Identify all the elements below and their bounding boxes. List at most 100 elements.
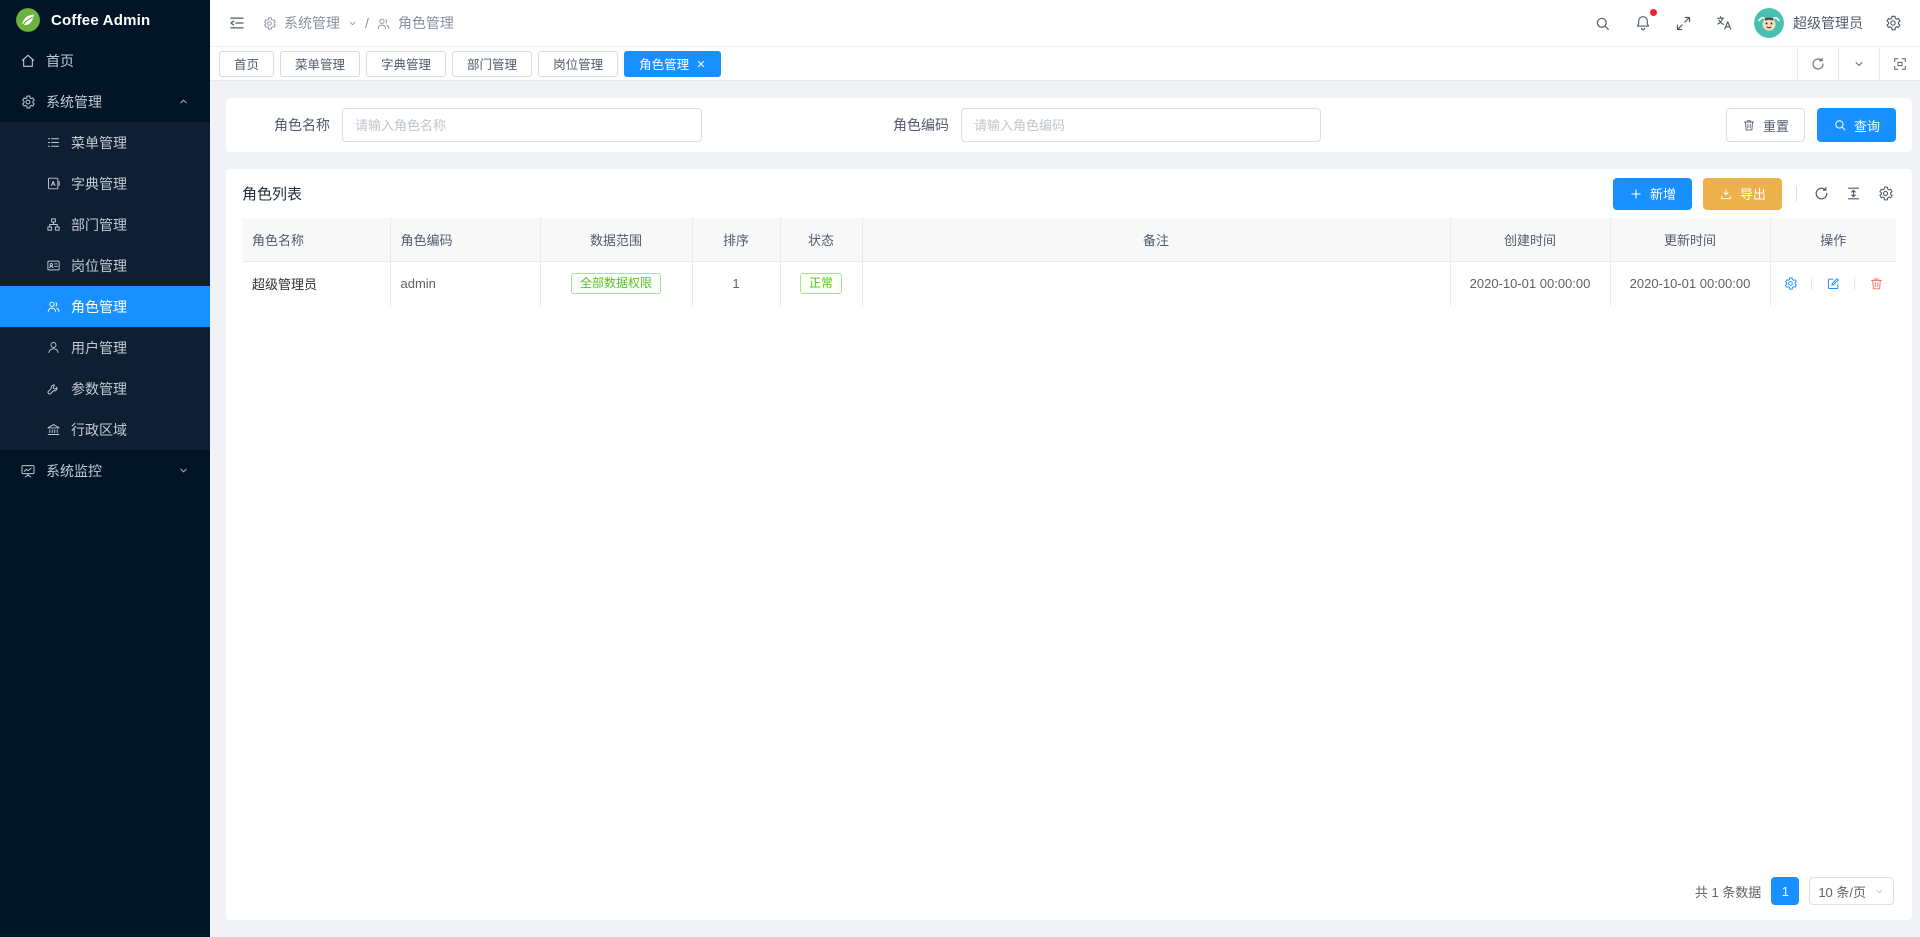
row-edit-button[interactable] [1824,274,1843,293]
wrench-icon [46,381,61,396]
cell-role-code: admin [390,261,540,306]
filter-card: 角色名称 角色编码 重置 查询 [226,98,1912,152]
col-actions: 操作 [1770,218,1896,261]
chevron-down-icon [347,18,358,29]
tabs-menu-button[interactable] [1838,47,1879,80]
action-divider [1811,277,1812,290]
sidebar-item-role-mgmt[interactable]: 角色管理 [0,286,210,327]
tab-post-mgmt[interactable]: 岗位管理 [538,51,618,77]
people-icon [376,16,391,31]
sidebar-item-post-mgmt[interactable]: 岗位管理 [0,245,210,286]
tab-bar-tools [1797,47,1920,80]
search-button[interactable]: 查询 [1817,108,1896,142]
search-icon [1833,118,1847,132]
role-name-label: 角色名称 [274,115,330,135]
download-icon [1719,187,1733,201]
translate-icon [1715,14,1733,32]
tab-role-mgmt[interactable]: 角色管理 [624,51,721,77]
close-icon[interactable] [696,59,706,69]
table-density-button[interactable] [1843,183,1864,204]
cell-remark [862,261,1450,306]
role-name-input[interactable] [342,108,702,142]
row-delete-button[interactable] [1867,274,1886,293]
fullscreen-button[interactable] [1673,13,1694,34]
brand-name: Coffee Admin [51,12,150,29]
sidebar-group-label: 系统监控 [46,461,102,481]
cell-role-name: 超级管理员 [242,261,390,306]
tab-dept-mgmt[interactable]: 部门管理 [452,51,532,77]
people-icon [46,299,61,314]
tab-dict-mgmt[interactable]: 字典管理 [366,51,446,77]
sidebar-collapse-button[interactable] [226,12,248,34]
top-header: 系统管理 / 角色管理 [210,0,1920,47]
card-header: 角色列表 新增 导出 [242,169,1896,218]
content-maximize-button[interactable] [1879,47,1920,80]
tab-menu-mgmt[interactable]: 菜单管理 [280,51,360,77]
sidebar-item-label: 部门管理 [71,215,127,235]
role-table: 角色名称 角色编码 数据范围 排序 状态 备注 创建时间 更新时间 操作 [242,218,1896,306]
breadcrumb: 系统管理 / 角色管理 [262,13,454,33]
role-code-field-group: 角色编码 [893,108,1321,142]
sidebar-item-label: 用户管理 [71,338,127,358]
sidebar-item-monitor[interactable]: 系统监控 [0,450,210,491]
sidebar-item-home[interactable]: 首页 [0,40,210,81]
tab-label: 角色管理 [639,54,689,73]
chevron-down-icon [1852,57,1866,71]
maximize-icon [1892,56,1908,72]
pagination: 共 1 条数据 1 10 条/页 [242,863,1896,920]
avatar-image [1754,8,1784,38]
header-search-button[interactable] [1592,13,1613,34]
org-tree-icon [46,217,61,232]
sidebar-item-menu-mgmt[interactable]: 菜单管理 [0,122,210,163]
table-settings-button[interactable] [1875,183,1896,204]
sidebar-item-dict-mgmt[interactable]: 字典管理 [0,163,210,204]
sidebar-item-param-mgmt[interactable]: 参数管理 [0,368,210,409]
page-number-button[interactable]: 1 [1771,877,1799,905]
role-code-input[interactable] [961,108,1321,142]
role-code-label: 角色编码 [893,115,949,135]
add-button[interactable]: 新增 [1613,178,1692,210]
export-button[interactable]: 导出 [1703,178,1782,210]
sidebar-item-dept-mgmt[interactable]: 部门管理 [0,204,210,245]
sidebar-item-user-mgmt[interactable]: 用户管理 [0,327,210,368]
cell-data-scope: 全部数据权限 [540,261,692,306]
tab-label: 岗位管理 [553,54,603,73]
menu-fold-icon [228,14,246,32]
col-sort: 排序 [692,218,780,261]
tab-home[interactable]: 首页 [219,51,274,77]
user-icon [46,340,61,355]
notification-button[interactable] [1632,12,1654,34]
gear-icon [1783,276,1798,291]
language-switch-button[interactable] [1713,12,1735,34]
sidebar-item-label: 字典管理 [71,174,127,194]
sidebar-item-system[interactable]: 系统管理 [0,81,210,122]
sidebar-menu: 首页 系统管理 菜单管理 字典管理 部门管理 [0,40,210,491]
sidebar-submenu-system: 菜单管理 字典管理 部门管理 岗位管理 角色管理 [0,122,210,450]
page-size-select[interactable]: 10 条/页 [1809,877,1894,905]
settings-button[interactable] [1882,12,1904,34]
col-remark: 备注 [862,218,1450,261]
tabs-refresh-button[interactable] [1797,47,1838,80]
cell-actions [1770,261,1896,306]
breadcrumb-item-system[interactable]: 系统管理 [284,13,340,33]
gear-icon [262,16,277,31]
user-menu[interactable]: 超级管理员 [1754,8,1863,38]
sidebar-item-label: 菜单管理 [71,133,127,153]
table-header-row: 角色名称 角色编码 数据范围 排序 状态 备注 创建时间 更新时间 操作 [242,218,1896,261]
data-scope-tag: 全部数据权限 [571,273,661,294]
sidebar-item-label: 行政区域 [71,420,127,440]
chevron-down-icon [177,464,190,477]
row-permission-button[interactable] [1781,274,1800,293]
table-refresh-button[interactable] [1811,183,1832,204]
col-status: 状态 [780,218,862,261]
notification-badge-dot [1650,9,1657,16]
brand[interactable]: Coffee Admin [0,0,210,40]
breadcrumb-separator: / [365,15,369,31]
filter-actions: 重置 查询 [1726,108,1896,142]
gear-icon [20,94,36,110]
reset-button[interactable]: 重置 [1726,108,1805,142]
edit-pen-icon [1826,276,1841,291]
col-updated: 更新时间 [1610,218,1770,261]
sidebar-item-region[interactable]: 行政区域 [0,409,210,450]
plus-icon [1629,187,1643,201]
